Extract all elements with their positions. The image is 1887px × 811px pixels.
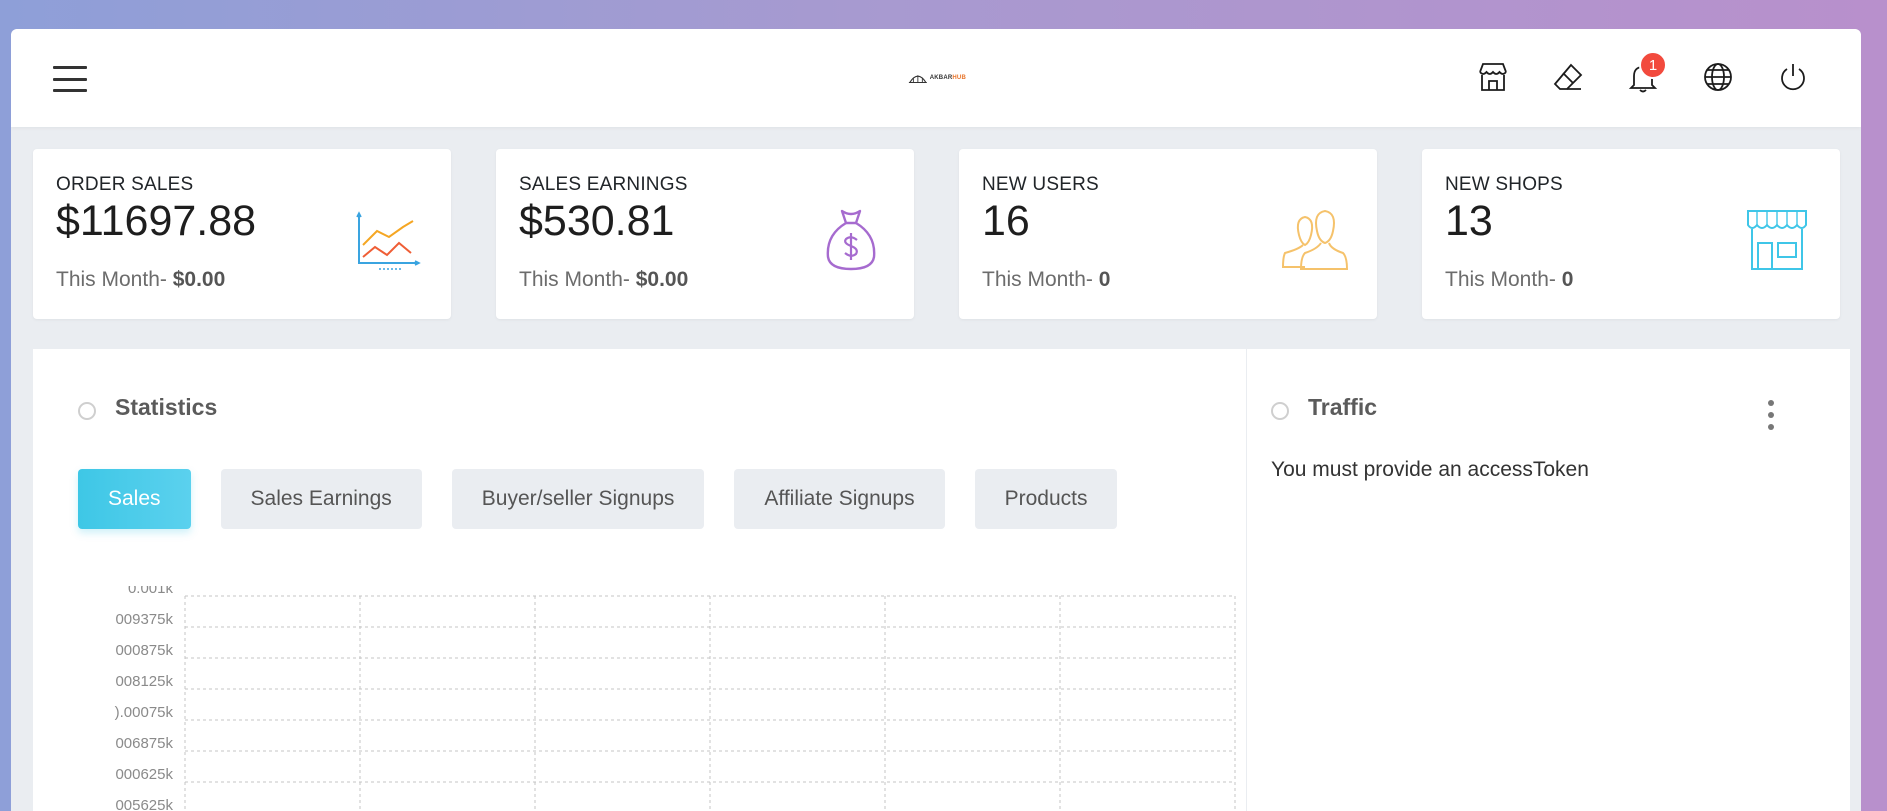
card-value: $11697.88 — [56, 197, 257, 245]
menu-toggle-icon[interactable] — [53, 66, 87, 92]
card-title: NEW SHOPS — [1445, 174, 1563, 195]
y-tick-label: 005625k — [115, 797, 173, 811]
top-header: AKBARHUB 1 — [11, 29, 1861, 127]
card-value: 13 — [1445, 197, 1493, 245]
statistics-tabs: Sales Sales Earnings Buyer/seller Signup… — [78, 469, 1118, 529]
notifications-bell-icon[interactable]: 1 — [1625, 51, 1667, 97]
statistics-panel: Statistics Sales Sales Earnings Buyer/se… — [33, 349, 1246, 811]
y-tick-label: 000625k — [115, 766, 173, 783]
notification-count-badge: 1 — [1639, 51, 1667, 79]
tab-affiliate-signups[interactable]: Affiliate Signups — [734, 469, 945, 529]
more-options-icon[interactable] — [1766, 400, 1776, 430]
tab-sales[interactable]: Sales — [78, 469, 191, 529]
store-icon[interactable] — [1475, 57, 1511, 97]
statistics-title: Statistics — [115, 394, 218, 420]
card-subtext: This Month- $0.00 — [56, 268, 226, 291]
order-sales-card: ORDER SALES $11697.88 This Month- $0.00 — [33, 149, 451, 319]
card-subtext: This Month- $0.00 — [519, 268, 689, 291]
traffic-message: You must provide an accessToken — [1271, 458, 1589, 481]
logo-text: AKBARHUB — [929, 75, 966, 81]
traffic-title: Traffic — [1308, 394, 1378, 420]
new-shops-card: NEW SHOPS 13 This Month- 0 — [1422, 149, 1840, 319]
money-bag-icon — [826, 209, 876, 271]
header-actions: 1 — [1475, 51, 1811, 97]
app-container: AKBARHUB 1 ORDER SALES $11697.88 This Mo… — [11, 29, 1861, 811]
users-icon — [1281, 209, 1349, 270]
tab-buyer-seller-signups[interactable]: Buyer/seller Signups — [451, 469, 705, 529]
globe-icon[interactable] — [1700, 57, 1736, 97]
y-tick-label: 008125k — [115, 673, 173, 690]
card-value: 16 — [982, 197, 1030, 245]
new-users-card: NEW USERS 16 This Month- 0 — [959, 149, 1377, 319]
card-value: $530.81 — [519, 197, 675, 245]
brand-logo[interactable]: AKBARHUB — [908, 67, 966, 89]
sales-earnings-card: SALES EARNINGS $530.81 This Month- $0.00 — [496, 149, 914, 319]
tab-products[interactable]: Products — [974, 469, 1118, 529]
shop-icon — [1747, 210, 1807, 270]
y-tick-label: 009375k — [115, 611, 173, 628]
status-ring-icon — [78, 402, 96, 420]
traffic-panel: Traffic You must provide an accessToken — [1247, 349, 1850, 811]
card-title: SALES EARNINGS — [519, 174, 688, 195]
eraser-icon[interactable] — [1550, 57, 1586, 97]
card-title: NEW USERS — [982, 174, 1099, 195]
tab-sales-earnings[interactable]: Sales Earnings — [220, 469, 422, 529]
sales-chart: 0.001k 009375k 000875k 008125k ).00075k 00687… — [115, 586, 1236, 811]
card-subtext: This Month- 0 — [1445, 268, 1574, 291]
card-title: ORDER SALES — [56, 174, 194, 195]
y-tick-label: 0.001k — [128, 586, 174, 597]
power-icon[interactable] — [1775, 57, 1811, 97]
line-chart-icon — [356, 211, 421, 270]
y-tick-label: 006875k — [115, 735, 173, 752]
y-tick-label: ).00075k — [115, 704, 174, 721]
card-subtext: This Month- 0 — [982, 268, 1111, 291]
status-ring-icon — [1271, 402, 1289, 420]
y-tick-label: 000875k — [115, 642, 173, 659]
logo-mark-icon — [908, 75, 927, 84]
